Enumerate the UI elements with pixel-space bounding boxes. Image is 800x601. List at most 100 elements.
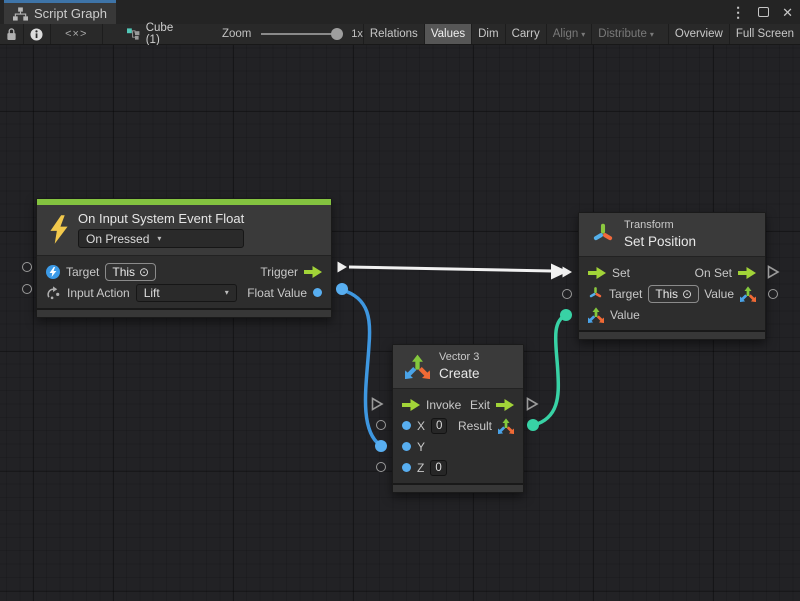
port-vector3-y-in[interactable] [375,440,387,452]
chevron-down-icon: ▾ [581,30,585,39]
wire-floatvalue-to-y[interactable] [342,290,380,445]
input-action-dropdown[interactable]: Lift ▾ [136,284,237,302]
dim-button[interactable]: Dim [471,24,504,44]
vector3-category: Vector 3 [439,351,480,363]
vector3-invoke-row: Invoke Exit [393,394,523,415]
target-this-chip[interactable]: This ⊙ [105,263,156,281]
transform-icon [588,286,603,301]
z-value-input[interactable]: 0 [430,460,446,476]
distribute-button[interactable]: Distribute▾ [591,24,660,44]
kebab-menu-icon[interactable]: ⋮ [731,5,745,19]
y-port-label: Y [417,440,425,454]
event-target-row: Target This ⊙ Trigger [37,261,331,282]
set-port-label: Set [612,266,630,280]
tab-title: Script Graph [34,6,107,21]
z-port-label: Z [417,461,424,475]
target-port-label: Target [66,265,99,279]
script-graph-icon [13,7,28,21]
values-button[interactable]: Values [424,24,471,44]
flow-arrow-icon [496,399,514,411]
trigger-port-label: Trigger [260,265,298,279]
vector3-y-row: Y [393,436,523,457]
zoom-slider-handle[interactable] [331,28,343,40]
port-event-action-in[interactable] [22,284,32,294]
zoom-label: Zoom [222,28,251,40]
relations-button[interactable]: Relations [363,24,424,44]
graph-toolbar: <×> Cube (1) Zoom 1x Relations Values Di… [0,24,800,45]
maximize-icon[interactable] [758,7,769,17]
chevron-down-icon: ▾ [650,30,654,39]
z-port-dot-icon [402,463,411,472]
flow-arrow-icon [304,266,322,278]
tab-script-graph[interactable]: Script Graph [4,0,116,24]
port-vector3-result-out[interactable] [527,419,539,431]
float-value-dot-icon [313,288,322,297]
overview-button[interactable]: Overview [668,24,729,44]
vector3-node-title: Create [439,366,480,381]
vector3-icon [405,354,430,379]
port-transform-set-in[interactable] [561,265,574,279]
event-node-title: On Input System Event Float [78,211,244,226]
event-node-header[interactable]: On Input System Event Float On Pressed ▾ [37,205,331,256]
tab-bar: Script Graph ⋮ ✕ [0,0,800,24]
vector3-icon [498,418,514,434]
node-vector3-create[interactable]: Vector 3 Create Invoke Exit [392,344,524,493]
chevron-down-icon: ▾ [157,234,161,243]
port-event-floatvalue-out[interactable] [336,283,348,295]
full-screen-button[interactable]: Full Screen [729,24,800,44]
align-button[interactable]: Align▾ [546,24,592,44]
transform-category: Transform [624,219,696,231]
transform-node-header[interactable]: Transform Set Position [579,213,765,257]
transform-target-row: Target This ⊙ Value [579,283,765,304]
graph-canvas[interactable]: On Input System Event Float On Pressed ▾… [0,45,800,601]
target-this-chip[interactable]: This ⊙ [648,285,699,303]
code-icon: <×> [65,28,87,40]
object-picker-icon: ⊙ [139,265,149,279]
lock-icon [6,27,17,41]
transform-node-title: Set Position [624,234,696,249]
value-out-port-label: Value [704,287,734,301]
vector3-icon [740,286,756,302]
port-transform-value-out[interactable] [768,289,778,299]
port-vector3-x-in[interactable] [376,420,386,430]
port-transform-target-in[interactable] [562,289,572,299]
vector3-node-header[interactable]: Vector 3 Create [393,345,523,389]
transform-value-row: Value [579,304,765,325]
zoom-slider[interactable] [261,33,341,35]
input-action-icon [46,285,61,300]
port-transform-onset-out[interactable] [767,265,780,279]
on-set-port-label: On Set [695,266,732,280]
port-vector3-invoke-in[interactable] [371,397,384,411]
close-icon[interactable]: ✕ [782,6,793,19]
wire-trigger-to-set[interactable] [349,267,552,271]
port-vector3-z-in[interactable] [376,462,386,472]
event-input-action-row: Input Action Lift ▾ Float Value [37,282,331,303]
x-value-input[interactable]: 0 [431,418,447,434]
port-event-trigger-out[interactable] [336,260,349,274]
edit-code-button[interactable]: <×> [51,24,103,44]
info-button[interactable] [24,24,51,44]
vector3-node-footer [393,483,523,492]
node-on-input-system-event-float[interactable]: On Input System Event Float On Pressed ▾… [36,198,332,318]
toolbar-toggles: Relations Values Dim Carry Align▾ Distri… [363,24,800,44]
port-event-target-in[interactable] [22,262,32,272]
node-transform-set-position[interactable]: Transform Set Position Set On Set [578,212,766,340]
player-input-icon [46,265,60,279]
graph-breadcrumb[interactable]: Cube (1) [127,24,184,44]
window-controls: ⋮ ✕ [731,0,793,24]
transform-icon [591,222,615,246]
input-action-label: Input Action [67,286,130,300]
port-transform-value-in[interactable] [560,309,572,321]
exit-port-label: Exit [470,398,490,412]
x-port-dot-icon [402,421,411,430]
lightning-bolt-icon [49,215,69,244]
event-mode-dropdown[interactable]: On Pressed ▾ [78,229,244,248]
target-port-label: Target [609,287,642,301]
port-vector3-exit-out[interactable] [526,397,539,411]
y-port-dot-icon [402,442,411,451]
carry-button[interactable]: Carry [505,24,546,44]
zoom-value: 1x [351,28,363,40]
transform-node-footer [579,330,765,339]
info-icon [30,28,43,41]
lock-button[interactable] [0,24,24,44]
